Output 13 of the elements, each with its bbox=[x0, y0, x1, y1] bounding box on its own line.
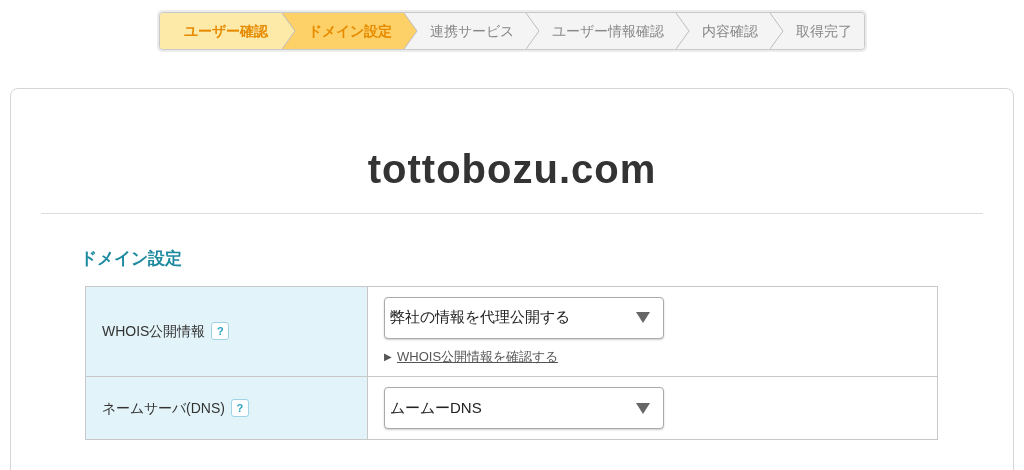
dropdown-arrow-icon bbox=[636, 402, 650, 414]
section-heading: ドメイン設定 bbox=[80, 248, 183, 270]
link-marker: ▶ bbox=[384, 349, 392, 364]
row-label: ネームサーバ(DNS) bbox=[102, 398, 225, 418]
progress-step: 内容確認 bbox=[676, 13, 770, 49]
progress-step: 取得完了 bbox=[770, 13, 864, 49]
domain-title: tottobozu.com bbox=[367, 146, 657, 193]
dropdown-select[interactable]: ムームーDNS bbox=[384, 387, 664, 429]
dropdown-select[interactable]: 弊社の情報を代理公開する bbox=[384, 296, 664, 339]
progress-step: ユーザー情報確認 bbox=[526, 13, 676, 49]
row-label: WHOIS公開情報 bbox=[102, 321, 206, 341]
dropdown-arrow-icon bbox=[636, 312, 650, 323]
whois-link[interactable]: WHOIS公開情報を確認する bbox=[397, 346, 559, 366]
